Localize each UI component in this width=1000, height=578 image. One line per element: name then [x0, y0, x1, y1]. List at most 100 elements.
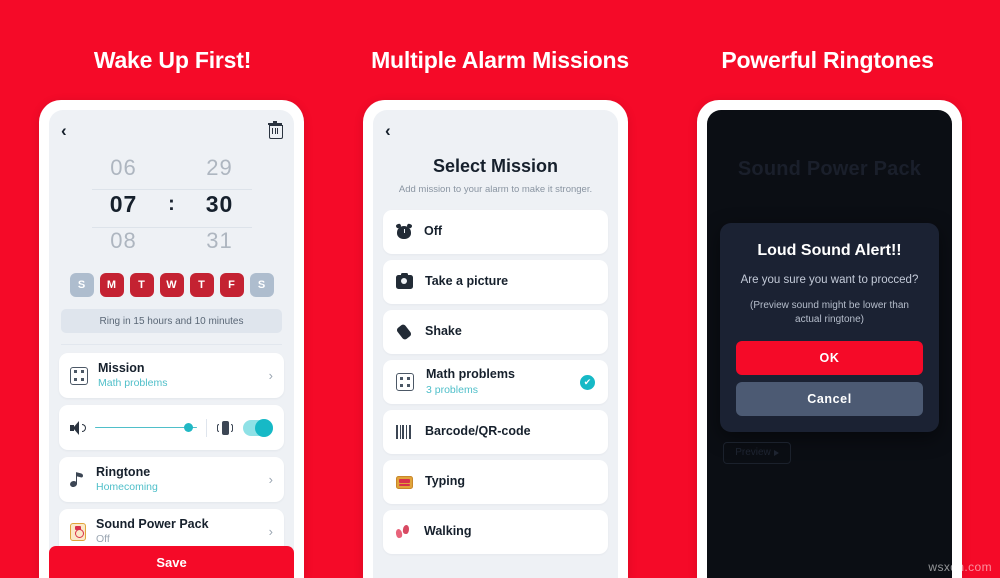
- keyboard-icon: [396, 475, 413, 489]
- day-toggle-sat[interactable]: S: [249, 273, 274, 297]
- mission-shake-text: Shake: [425, 324, 595, 340]
- watermark: wsxdn.com: [928, 560, 992, 574]
- volume-slider-knob[interactable]: [184, 423, 193, 432]
- page-title: Select Mission: [432, 156, 559, 176]
- mission-item-barcode-qr-code[interactable]: Barcode/QR-code: [383, 410, 608, 454]
- sound-power-pack-icon: [70, 522, 86, 541]
- mission-barcode-text: Barcode/QR-code: [425, 424, 595, 440]
- time-colon: :: [168, 193, 175, 215]
- sound-power-pack-chevron-icon[interactable]: ›: [269, 524, 273, 539]
- time-row-previous[interactable]: 06 : 29: [49, 150, 294, 186]
- screen-alarm-edit: ‹ 06 : 29 07 : 30: [49, 110, 294, 578]
- mission-item-walking[interactable]: Walking: [383, 510, 608, 554]
- barcode-icon: [396, 425, 413, 439]
- mission-item-math-problems[interactable]: Math problems 3 problems ✔: [383, 360, 608, 404]
- colon-ghost-bottom: :: [165, 230, 179, 253]
- heading-wake-up-first: Wake Up First!: [93, 47, 252, 73]
- mission-list: Off Take a picture Shake Math problems 3…: [373, 195, 618, 554]
- phone-mockup-loud-sound-alert: Sound Power Pack Loud Sound Alert!! Are …: [697, 100, 962, 578]
- speaker-icon: [70, 420, 86, 436]
- day-toggle-fri[interactable]: F: [219, 273, 244, 297]
- vibration-icon: [216, 420, 234, 436]
- back-icon[interactable]: ‹: [385, 122, 391, 139]
- phone-mockup-alarm-edit: ‹ 06 : 29 07 : 30: [39, 100, 304, 578]
- page-subtitle: Add mission to your alarm to make it str…: [398, 184, 593, 195]
- ringtone-chevron-icon[interactable]: ›: [269, 472, 273, 487]
- dialog-body: Are you sure you want to procced?: [740, 274, 919, 286]
- mission-label: Off: [424, 224, 443, 239]
- hour-previous[interactable]: 06: [93, 150, 155, 186]
- back-icon[interactable]: ‹: [61, 122, 67, 139]
- vibration-toggle[interactable]: [243, 418, 273, 437]
- select-mission-topbar: ‹: [373, 110, 618, 144]
- mission-item-take-a-picture[interactable]: Take a picture: [383, 260, 608, 304]
- ok-button[interactable]: OK: [736, 340, 923, 375]
- time-row-selected[interactable]: 07 : 30: [49, 186, 294, 223]
- hour-selected[interactable]: 07: [93, 186, 155, 223]
- day-toggle-wed[interactable]: W: [159, 273, 184, 297]
- time-divider-top: [91, 189, 252, 190]
- day-toggle-thu[interactable]: T: [189, 273, 214, 297]
- mission-label: Take a picture: [425, 274, 509, 289]
- play-triangle-icon: [773, 449, 779, 456]
- mission-label: Barcode/QR-code: [425, 424, 531, 439]
- mission-label: Typing: [425, 474, 466, 489]
- mission-item-off[interactable]: Off: [383, 210, 608, 254]
- mission-label: Shake: [425, 324, 462, 339]
- trash-lid: [273, 121, 277, 123]
- mission-label: Walking: [424, 524, 472, 539]
- mission-math-problems-text: Math problems 3 problems: [426, 367, 568, 397]
- mission-item-shake[interactable]: Shake: [383, 310, 608, 354]
- hour-next[interactable]: 08: [93, 223, 155, 259]
- control-divider: [206, 418, 207, 437]
- volume-slider[interactable]: [95, 421, 197, 435]
- weekday-selector[interactable]: S M T W T F S: [49, 273, 294, 297]
- day-toggle-sun[interactable]: S: [69, 273, 94, 297]
- minute-next[interactable]: 31: [189, 223, 251, 259]
- mission-title: Mission: [98, 360, 145, 375]
- mission-value: Math problems: [98, 377, 168, 390]
- sound-power-pack-title: Sound Power Pack: [96, 516, 209, 531]
- day-toggle-tue[interactable]: T: [129, 273, 154, 297]
- mission-chevron-icon[interactable]: ›: [269, 368, 273, 383]
- delete-icon[interactable]: [268, 121, 283, 139]
- setting-row-mission[interactable]: Mission Math problems ›: [59, 353, 284, 398]
- mission-grid-icon: [70, 366, 88, 385]
- colon-ghost-top: :: [165, 157, 179, 180]
- mission-take-a-picture-text: Take a picture: [425, 274, 595, 290]
- day-toggle-mon[interactable]: M: [99, 273, 124, 297]
- setting-row-volume: [59, 405, 284, 450]
- mission-item-typing[interactable]: Typing: [383, 460, 608, 504]
- preview-button[interactable]: Preview: [723, 441, 791, 464]
- camera-icon: [396, 272, 413, 289]
- time-picker[interactable]: 06 : 29 07 : 30 08 : 31: [49, 144, 294, 261]
- promo-stage: Wake Up First! Multiple Alarm Missions P…: [0, 0, 1000, 578]
- save-button[interactable]: Save: [49, 546, 294, 578]
- cancel-button[interactable]: Cancel: [736, 381, 923, 416]
- alarm-clock-icon: [395, 223, 413, 240]
- ringtone-text: Ringtone Homecoming: [96, 465, 259, 495]
- preview-label: Preview: [735, 447, 771, 459]
- ringtone-value: Homecoming: [96, 481, 158, 494]
- mission-walking-text: Walking: [424, 524, 595, 540]
- vibration-toggle-knob: [255, 418, 273, 437]
- alarm-settings-list: Mission Math problems › Ringtone Homecom…: [49, 345, 294, 554]
- setting-row-ringtone[interactable]: Ringtone Homecoming ›: [59, 457, 284, 502]
- minute-selected[interactable]: 30: [189, 186, 251, 223]
- sound-power-pack-value: Off: [96, 533, 110, 546]
- trash-bars: [272, 128, 279, 134]
- footprints-icon: [395, 524, 412, 540]
- volume-slider-track: [95, 426, 197, 429]
- alarm-edit-topbar: ‹: [49, 110, 294, 144]
- ringtone-title: Ringtone: [96, 464, 151, 479]
- minute-previous[interactable]: 29: [189, 150, 251, 186]
- math-grid-icon: [396, 373, 414, 391]
- time-row-next[interactable]: 08 : 31: [49, 223, 294, 259]
- volume-control-row: [59, 410, 284, 446]
- heading-multiple-alarm-missions: Multiple Alarm Missions: [371, 47, 629, 73]
- dialog-note: (Preview sound might be lower than actua…: [750, 299, 909, 326]
- mission-sublabel: 3 problems: [426, 383, 478, 396]
- heading-powerful-ringtones: Powerful Ringtones: [721, 47, 934, 73]
- mission-label: Math problems: [426, 367, 515, 382]
- shake-phone-icon: [395, 323, 413, 341]
